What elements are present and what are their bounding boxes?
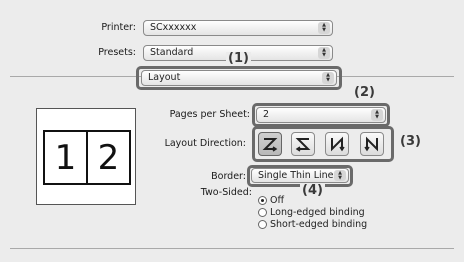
layout-direction-z-button[interactable] <box>258 132 282 156</box>
up-down-arrows-icon: ▲ ▼ <box>322 72 334 84</box>
two-sided-long-edge-radio[interactable]: Long-edged binding <box>258 207 365 218</box>
radio-selected-icon <box>258 196 267 205</box>
n-reverse-arrow-icon <box>364 136 378 152</box>
up-down-arrows-icon: ▲ ▼ <box>334 170 346 181</box>
callout-3: (3) <box>398 134 423 149</box>
pages-per-sheet-value: 2 <box>263 109 270 120</box>
callout-1: (1) <box>226 51 251 66</box>
layout-direction-n-button[interactable] <box>325 132 349 156</box>
preview-page-2: 2 <box>86 132 129 183</box>
printer-label: Printer: <box>101 22 136 33</box>
border-value: Single Thin Line <box>258 170 334 181</box>
n-arrow-icon <box>331 136 345 152</box>
preview-sheet: 1 2 <box>43 130 131 185</box>
pages-per-sheet-label: Pages per Sheet: <box>169 109 250 120</box>
border-popup[interactable]: Single Thin Line ▲ ▼ <box>251 168 349 183</box>
pages-per-sheet-popup[interactable]: 2 ▲ ▼ <box>256 107 386 123</box>
presets-label: Presets: <box>98 47 136 58</box>
two-sided-off-radio[interactable]: Off <box>258 195 284 206</box>
separator-bottom <box>10 248 454 249</box>
printer-value: SCxxxxxx <box>150 22 197 33</box>
two-sided-short-edge-radio[interactable]: Short-edged binding <box>258 219 367 230</box>
callout-4: (4) <box>300 183 325 198</box>
two-sided-label: Two-Sided: <box>200 187 252 198</box>
radio-icon <box>258 220 267 229</box>
layout-direction-label: Layout Direction: <box>164 138 246 149</box>
printer-popup[interactable]: SCxxxxxx ▲ ▼ <box>143 20 333 36</box>
presets-value: Standard <box>150 47 194 58</box>
preview-page-1: 1 <box>54 137 77 178</box>
layout-preview: 1 2 <box>36 108 136 205</box>
layout-direction-s-button[interactable] <box>291 132 315 156</box>
z-arrow-icon <box>262 138 278 152</box>
two-sided-off-label: Off <box>270 195 285 206</box>
up-down-arrows-icon: ▲ ▼ <box>318 47 330 59</box>
panel-popup[interactable]: Layout ▲ ▼ <box>141 70 337 86</box>
up-down-arrows-icon: ▲ ▼ <box>371 109 383 121</box>
radio-icon <box>258 208 267 217</box>
callout-2: (2) <box>352 85 377 100</box>
s-arrow-icon <box>295 138 311 152</box>
two-sided-long-edge-label: Long-edged binding <box>270 207 365 218</box>
two-sided-short-edge-label: Short-edged binding <box>270 219 368 230</box>
layout-direction-n-reverse-button[interactable] <box>360 132 384 156</box>
panel-value: Layout <box>148 72 181 83</box>
border-label: Border: <box>211 171 246 182</box>
up-down-arrows-icon: ▲ ▼ <box>318 22 330 34</box>
